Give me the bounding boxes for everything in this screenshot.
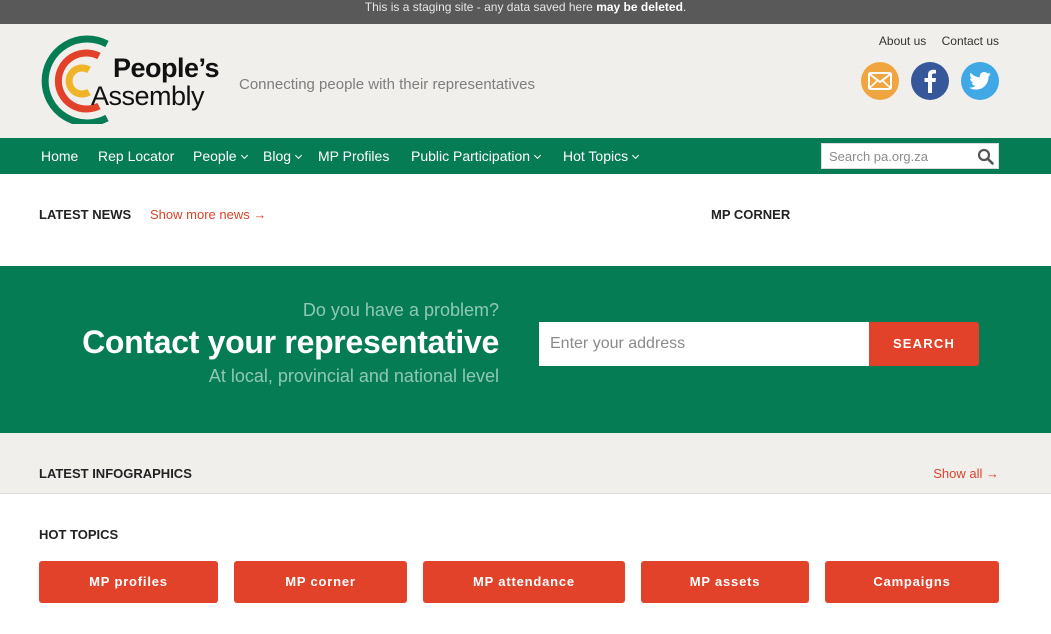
nav-item-rep-locator[interactable]: Rep Locator — [98, 138, 174, 174]
chevron-down-icon — [534, 151, 542, 160]
logo-line-2: Assembly — [91, 81, 205, 111]
twitter-icon — [969, 72, 991, 90]
chevron-down-icon — [632, 151, 640, 160]
staging-banner: This is a staging site - any data saved … — [0, 0, 1051, 24]
address-input[interactable] — [539, 322, 869, 366]
logo-line-1: People’s — [113, 53, 220, 83]
nav-label: People — [193, 148, 237, 164]
hero-subtitle: At local, provincial and national level — [208, 366, 499, 386]
nav-item-mp-profiles[interactable]: MP Profiles — [318, 138, 389, 174]
hot-topic-mp-corner-button[interactable]: MP corner — [234, 561, 407, 603]
infographics-section: LATEST INFOGRAPHICS Show all → — [0, 433, 1051, 494]
logo-wordmark: People’s Assembly — [91, 53, 220, 111]
nav-label: Rep Locator — [98, 148, 175, 164]
nav-label: MP Profiles — [318, 148, 390, 164]
hot-topic-campaigns-button[interactable]: Campaigns — [825, 561, 999, 603]
site-logo[interactable]: People’s Assembly — [39, 34, 229, 124]
hot-topic-mp-profiles-button[interactable]: MP profiles — [39, 561, 218, 603]
nav-item-home[interactable]: Home — [41, 138, 78, 174]
twitter-button[interactable] — [961, 62, 999, 100]
mp-corner-heading: MP CORNER — [711, 207, 791, 222]
hot-topic-mp-attendance-button[interactable]: MP attendance — [423, 561, 625, 603]
nav-item-hot-topics[interactable]: Hot Topics — [563, 138, 640, 174]
facebook-icon — [924, 69, 936, 93]
show-all-infographics-link[interactable]: Show all → — [933, 466, 999, 481]
latest-news-heading: LATEST NEWS — [39, 207, 132, 222]
staging-warning: may be deleted — [596, 0, 683, 14]
staging-suffix: . — [682, 0, 687, 14]
site-search — [821, 143, 999, 169]
hero-title: Contact your representative — [82, 324, 499, 360]
chevron-down-icon — [240, 151, 248, 160]
address-search-button[interactable]: SEARCH — [869, 322, 979, 366]
about-us-link[interactable]: About us — [879, 34, 926, 48]
facebook-button[interactable] — [911, 62, 949, 100]
chevron-down-icon — [294, 151, 303, 160]
nav-label: Hot Topics — [563, 148, 629, 164]
hero-question: Do you have a problem? — [302, 300, 499, 320]
hot-topics-heading: HOT TOPICS — [39, 527, 119, 542]
top-links: About us Contact us — [867, 34, 999, 48]
show-more-news-link[interactable]: Show more news → — [150, 207, 266, 222]
latest-infographics-heading: LATEST INFOGRAPHICS — [39, 466, 192, 481]
contact-rep-hero: Do you have a problem? Contact your repr… — [0, 266, 1051, 433]
nav-label: Home — [41, 148, 79, 164]
mail-icon — [868, 72, 892, 90]
staging-text: This is a staging site - any data saved … — [364, 0, 597, 14]
nav-label: Blog — [263, 148, 292, 164]
contact-us-link[interactable]: Contact us — [942, 34, 999, 48]
nav-label: Public Participation — [411, 148, 531, 164]
site-tagline: Connecting people with their representat… — [239, 76, 536, 93]
site-header: People’s Assembly Connecting people with… — [0, 24, 1051, 138]
nav-item-blog[interactable]: Blog — [263, 138, 303, 174]
site-search-input[interactable] — [822, 144, 968, 168]
nav-item-people[interactable]: People — [193, 138, 248, 174]
nav-item-public-participation[interactable]: Public Participation — [411, 138, 542, 174]
email-share-button[interactable] — [861, 62, 899, 100]
hot-topic-mp-assets-button[interactable]: MP assets — [641, 561, 809, 603]
search-icon[interactable] — [977, 148, 994, 165]
